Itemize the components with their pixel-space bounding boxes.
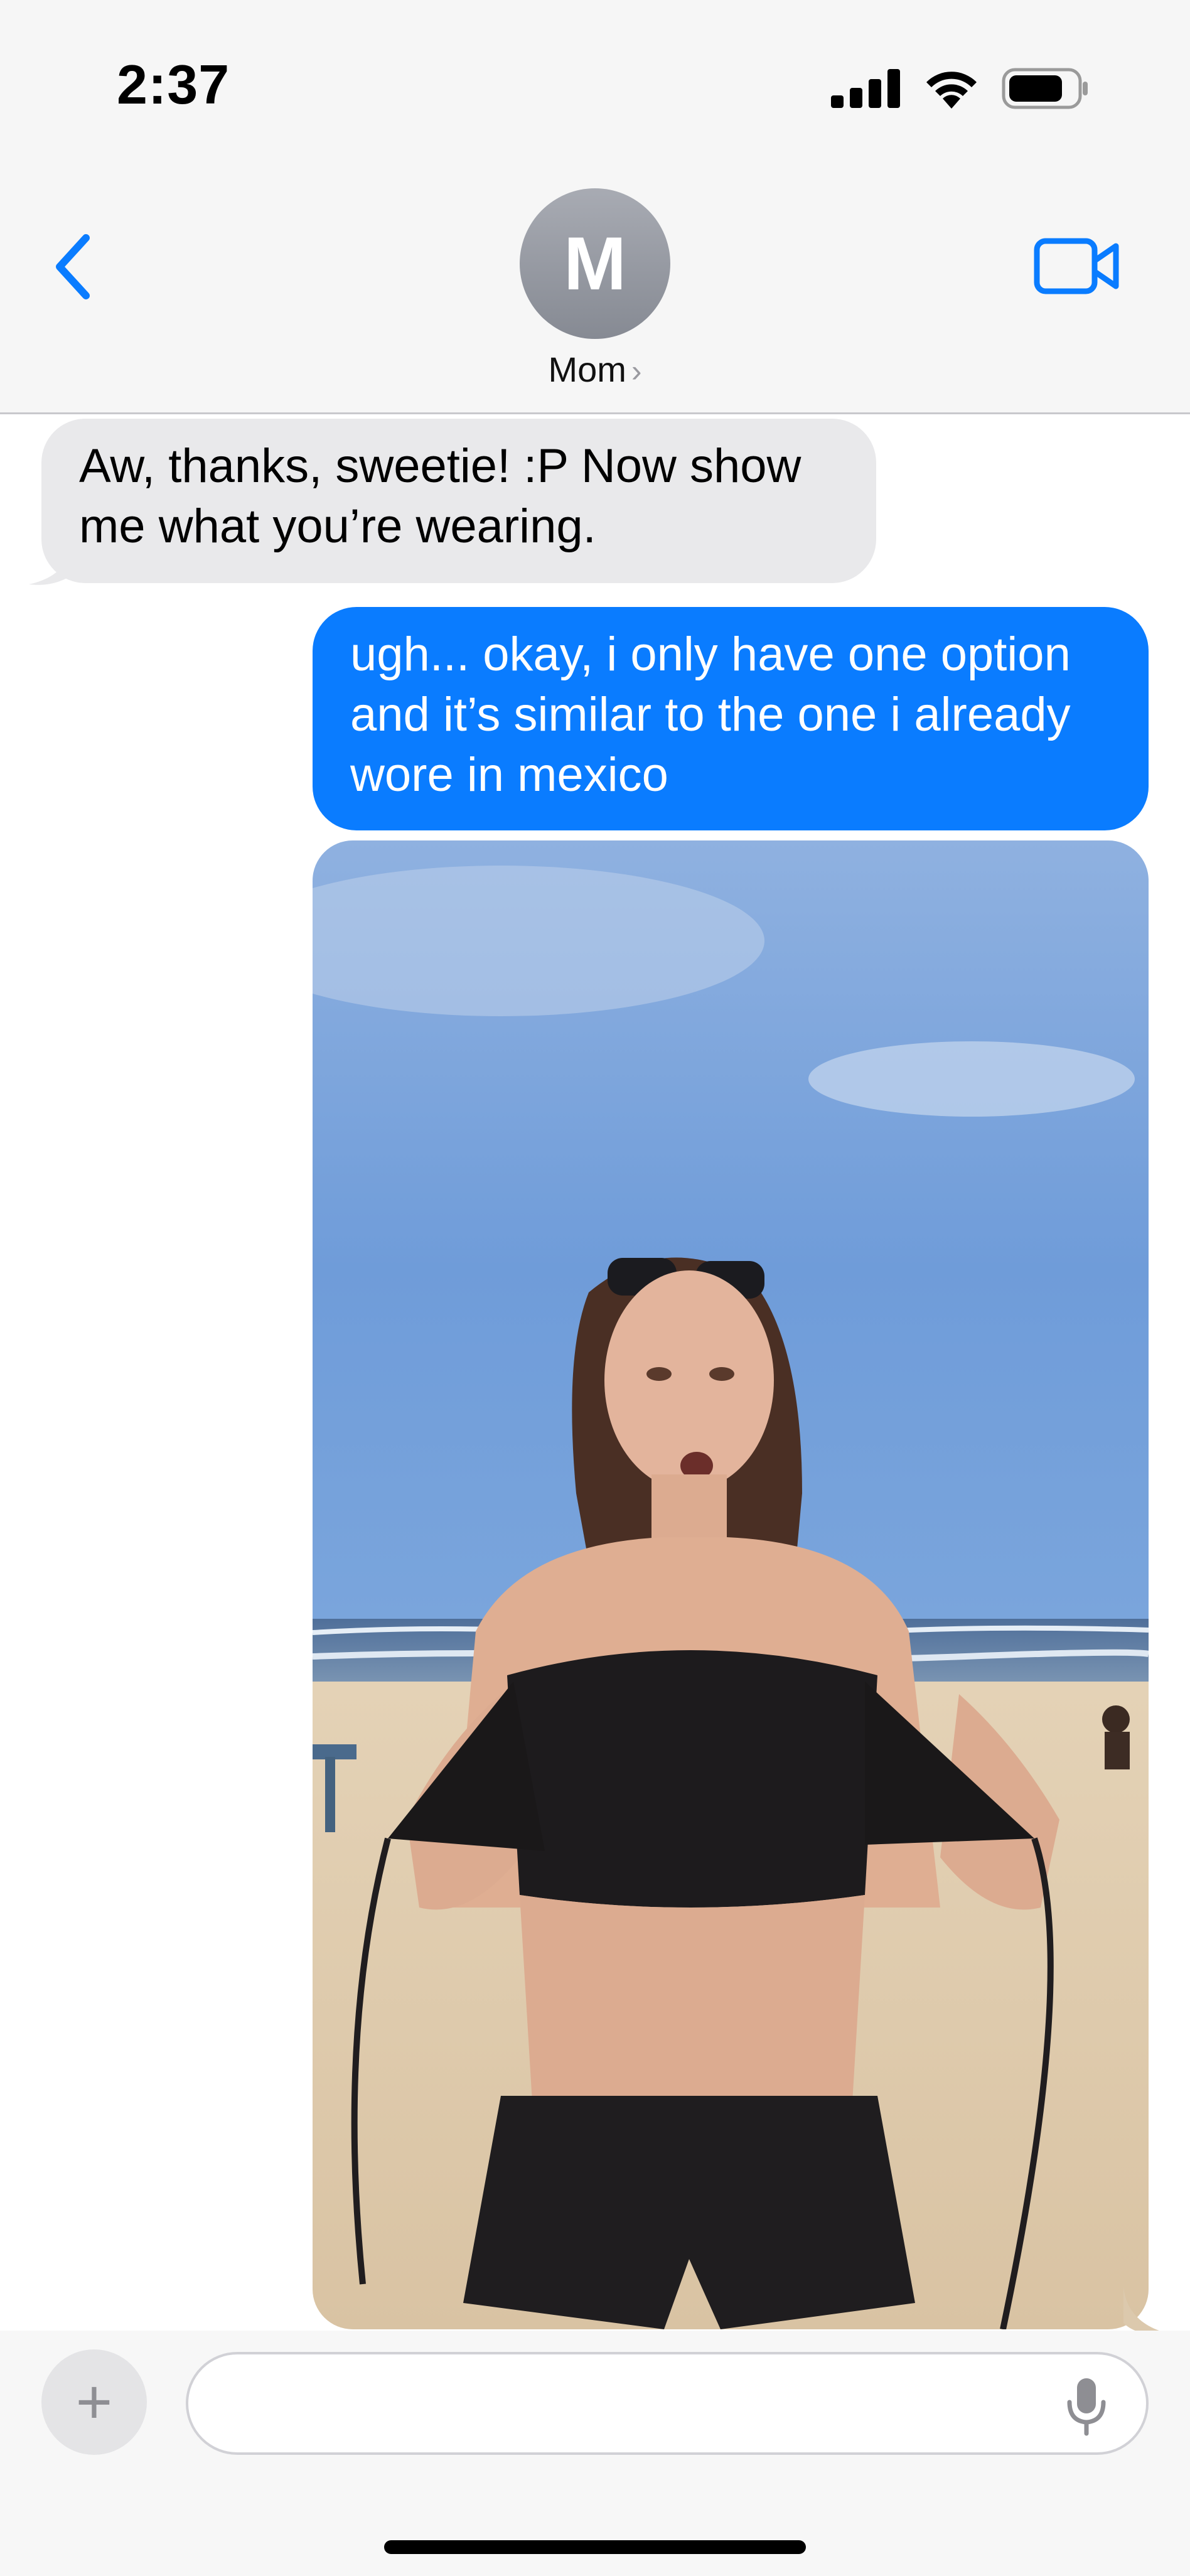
outgoing-message[interactable]: ugh... okay, i only have one option and … — [313, 607, 1149, 830]
message-input[interactable] — [220, 2373, 1036, 2436]
plus-icon: + — [75, 2366, 113, 2437]
home-indicator[interactable] — [384, 2540, 806, 2554]
avatar-initial: M — [564, 222, 626, 306]
chevron-right-icon: › — [631, 353, 642, 389]
video-call-button[interactable] — [1033, 232, 1121, 301]
chevron-left-icon — [56, 234, 90, 299]
message-text: ugh... okay, i only have one option and … — [350, 628, 1071, 802]
video-camera-icon — [1034, 238, 1119, 294]
cellular-signal-icon — [831, 69, 900, 108]
back-button[interactable] — [44, 226, 100, 308]
avatar[interactable]: M — [520, 188, 670, 339]
beach-photo — [313, 840, 1149, 2329]
battery-icon — [1002, 68, 1088, 109]
outgoing-bubble-tail — [1123, 2287, 1172, 2336]
compose-bar: + — [0, 2331, 1190, 2576]
microphone-icon[interactable] — [1064, 2377, 1108, 2436]
status-time: 2:37 — [117, 53, 230, 115]
contact-name: Mom — [548, 350, 626, 389]
status-bar: 2:37 — [0, 0, 1190, 163]
message-list[interactable]: Aw, thanks, sweetie! :P Now show me what… — [0, 416, 1190, 2336]
message-text: Aw, thanks, sweetie! :P Now show me what… — [79, 439, 801, 553]
conversation-header: M Mom › — [0, 163, 1190, 414]
add-attachment-button[interactable]: + — [41, 2349, 147, 2455]
contact-name-button[interactable]: Mom › — [0, 349, 1190, 390]
status-icons — [831, 60, 1090, 117]
wifi-icon — [926, 72, 977, 109]
message-field[interactable] — [186, 2352, 1149, 2455]
photo-attachment[interactable] — [313, 840, 1149, 2329]
incoming-message[interactable]: Aw, thanks, sweetie! :P Now show me what… — [41, 419, 876, 583]
